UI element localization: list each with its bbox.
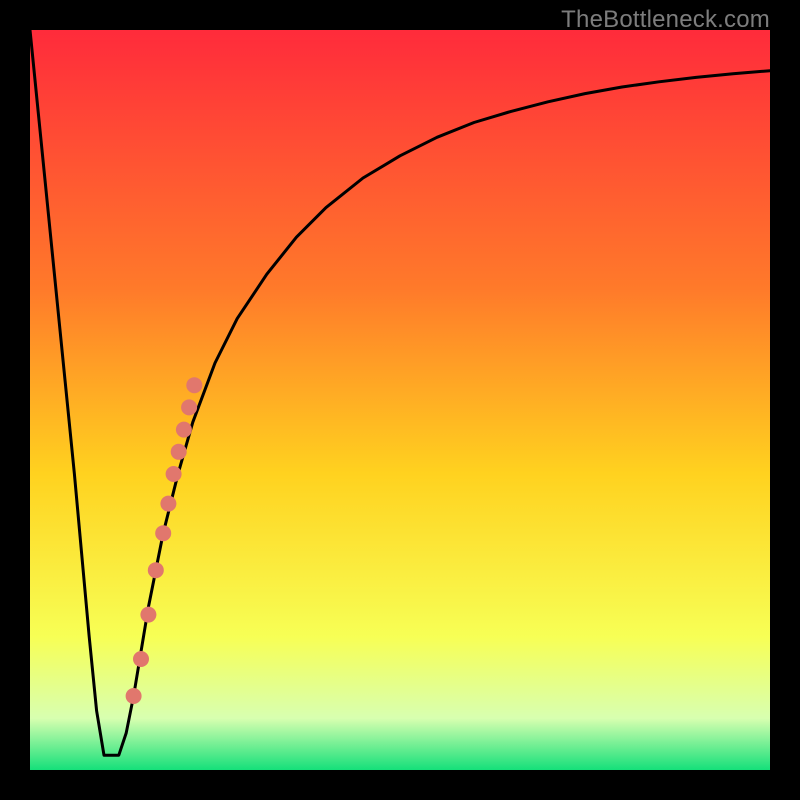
chart-frame: TheBottleneck.com xyxy=(0,0,800,800)
highlight-dot xyxy=(133,651,149,667)
highlight-dot xyxy=(126,688,142,704)
highlight-dot xyxy=(148,562,164,578)
highlight-dot xyxy=(181,399,197,415)
highlight-dot xyxy=(140,607,156,623)
highlight-dot xyxy=(155,525,171,541)
watermark-text: TheBottleneck.com xyxy=(561,6,770,34)
plot-area xyxy=(30,30,770,770)
highlight-dot xyxy=(166,466,182,482)
chart-svg xyxy=(30,30,770,770)
highlight-dot xyxy=(186,377,202,393)
highlight-dot xyxy=(171,444,187,460)
highlight-dot xyxy=(176,422,192,438)
highlight-dot xyxy=(160,496,176,512)
